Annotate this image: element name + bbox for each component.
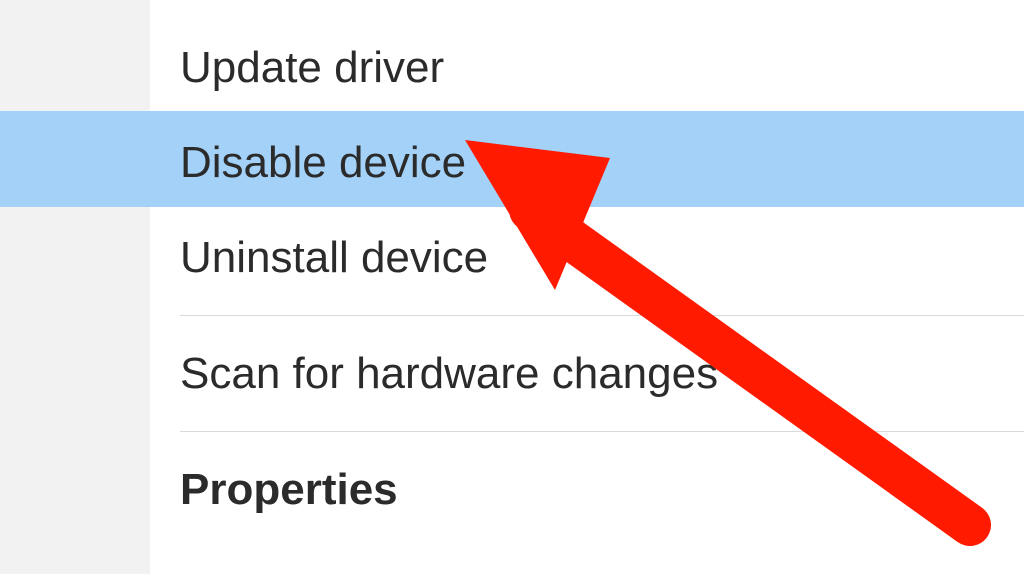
- menu-item-label: Uninstall device: [180, 233, 488, 282]
- menu-item-label: Scan for hardware changes: [180, 349, 718, 398]
- menu-item-label: Update driver: [180, 43, 444, 92]
- menu-item-properties[interactable]: Properties: [150, 442, 1024, 537]
- menu-item-disable-device[interactable]: Disable device: [150, 115, 1024, 210]
- menu-item-label: Properties: [180, 465, 398, 514]
- menu-item-update-driver[interactable]: Update driver: [150, 20, 1024, 115]
- menu-item-uninstall-device[interactable]: Uninstall device: [150, 210, 1024, 305]
- menu-separator: [180, 431, 1024, 432]
- menu-item-label: Disable device: [180, 138, 466, 187]
- menu-separator: [180, 315, 1024, 316]
- margin-strip: [0, 0, 150, 574]
- context-menu: Update driver Disable device Uninstall d…: [150, 0, 1024, 574]
- menu-item-scan-hardware-changes[interactable]: Scan for hardware changes: [150, 326, 1024, 421]
